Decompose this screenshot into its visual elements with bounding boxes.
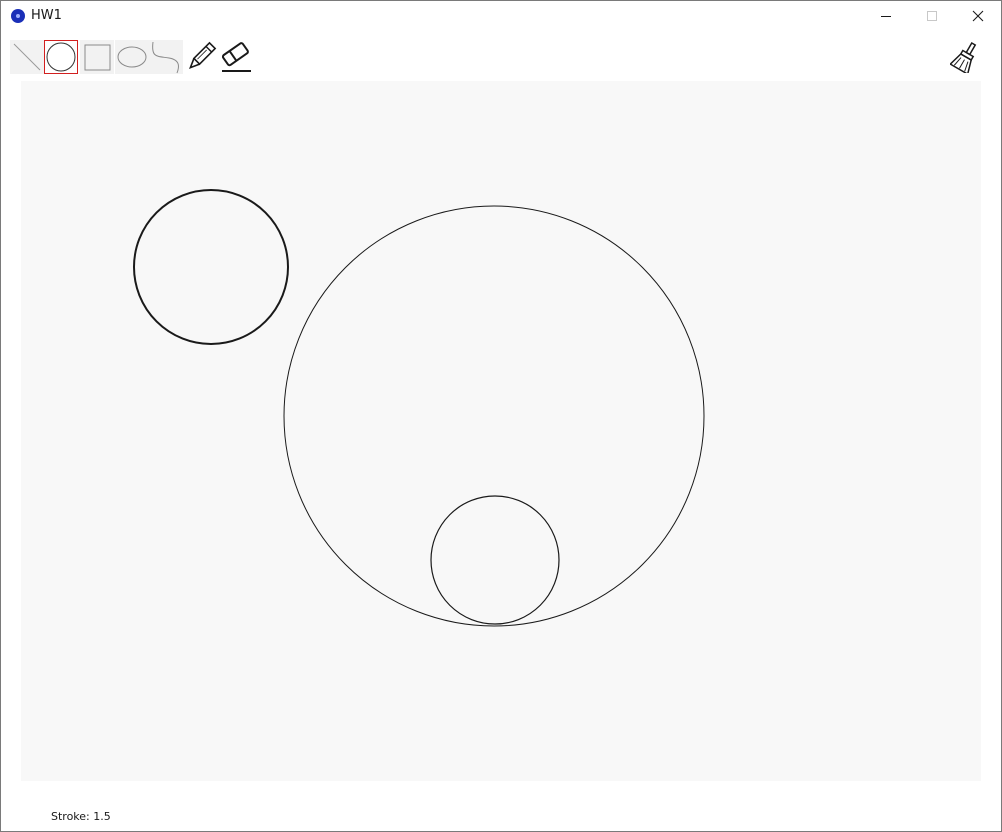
curve-tool-button[interactable] xyxy=(149,40,183,74)
drawing-canvas[interactable] xyxy=(21,81,981,781)
pencil-tool-button[interactable] xyxy=(184,40,218,74)
rectangle-tool-button[interactable] xyxy=(80,40,114,74)
close-button[interactable] xyxy=(955,1,1001,31)
window-title: HW1 xyxy=(31,8,62,23)
broom-icon xyxy=(950,41,977,73)
ellipse-tool-button[interactable] xyxy=(115,40,149,74)
stroke-status: Stroke: 1.5 xyxy=(51,810,111,823)
pencil-icon xyxy=(189,41,217,69)
minimize-icon xyxy=(881,16,891,17)
shape-layer xyxy=(133,189,705,627)
close-icon xyxy=(972,10,984,22)
line-tool-icon xyxy=(13,43,41,71)
app-icon xyxy=(11,9,25,23)
eraser-tool-button[interactable] xyxy=(219,40,253,74)
maximize-button[interactable] xyxy=(909,1,955,31)
app-window: HW1 Stroke: 1.5 xyxy=(0,0,1002,832)
ellipse-tool-icon xyxy=(117,46,147,68)
title-bar[interactable]: HW1 xyxy=(1,1,1001,31)
clear-canvas-button[interactable] xyxy=(949,40,983,74)
curve-tool-icon xyxy=(152,41,180,74)
maximize-icon xyxy=(927,11,937,21)
drawn-circle-1 xyxy=(133,189,289,345)
minimize-button[interactable] xyxy=(863,1,909,31)
line-tool-button[interactable] xyxy=(10,40,44,74)
eraser-icon xyxy=(221,42,251,72)
circle-tool-icon xyxy=(46,42,76,72)
toolbar xyxy=(1,37,1001,77)
rectangle-tool-icon xyxy=(84,44,111,71)
circle-tool-button[interactable] xyxy=(44,40,78,74)
drawn-circle-3 xyxy=(430,495,560,625)
drawn-circle-2 xyxy=(283,205,705,627)
